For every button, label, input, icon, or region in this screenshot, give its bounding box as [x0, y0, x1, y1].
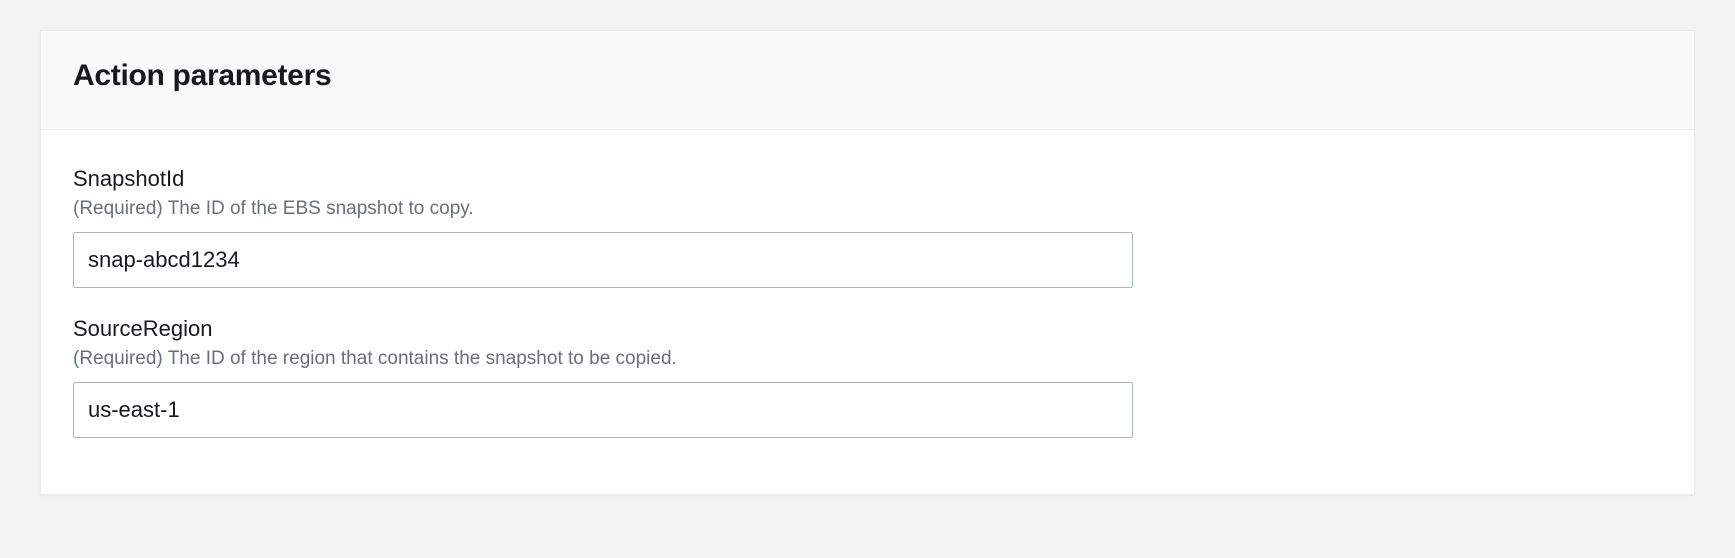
snapshot-id-description: (Required) The ID of the EBS snapshot to… [73, 198, 1662, 220]
snapshot-id-label: SnapshotId [73, 166, 1662, 192]
panel-header: Action parameters [41, 31, 1694, 130]
source-region-label: SourceRegion [73, 316, 1662, 342]
field-snapshot-id: SnapshotId (Required) The ID of the EBS … [73, 166, 1662, 288]
field-source-region: SourceRegion (Required) The ID of the re… [73, 316, 1662, 438]
source-region-input[interactable] [73, 382, 1133, 438]
panel-title: Action parameters [73, 59, 1662, 93]
action-parameters-panel: Action parameters SnapshotId (Required) … [40, 30, 1695, 495]
snapshot-id-input[interactable] [73, 232, 1133, 288]
source-region-description: (Required) The ID of the region that con… [73, 348, 1662, 370]
panel-body: SnapshotId (Required) The ID of the EBS … [41, 130, 1694, 494]
